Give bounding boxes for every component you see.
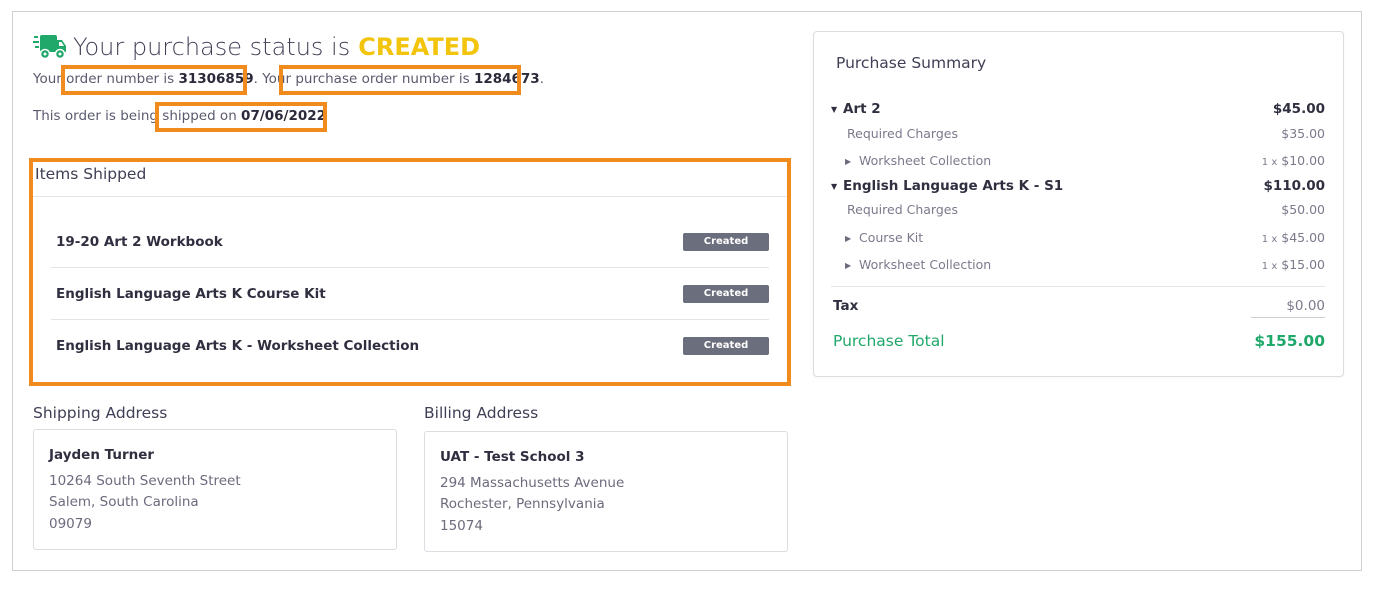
line-qty: 1 x [1261,261,1278,272]
billing-zip: 15074 [440,518,483,534]
group-amount: $45.00 [1272,101,1325,117]
total-row: Purchase Total $155.00 [833,332,1325,350]
shipping-city-state: Salem, South Carolina [49,494,199,510]
purchase-summary-title: Purchase Summary [836,54,987,72]
divider [1251,317,1325,318]
status-badge: Created [683,284,769,303]
billing-city-state: Rochester, Pennsylvania [440,496,605,512]
line-name: Worksheet Collection [859,153,992,168]
required-charges-row: Required Charges $50.00 [831,202,1325,217]
purchase-total-label: Purchase Total [833,332,945,350]
line-name: Course Kit [859,230,924,245]
line-name: Worksheet Collection [859,257,992,272]
items-shipped-title: Items Shipped [35,165,147,183]
shipping-address-title: Shipping Address [33,404,168,422]
shipping-zip: 09079 [49,516,92,532]
status-title: Your purchase status is CREATED [73,33,480,61]
tax-row: Tax $0.00 [833,298,1325,314]
item-row: 19-20 Art 2 Workbook Created [51,216,769,267]
summary-group-art-2[interactable]: ▼ Art 2 $45.00 [831,101,1325,117]
purchase-summary-card: Purchase Summary ▼ Art 2 $45.00 Required … [813,31,1344,377]
caret-right-icon: ▶ [845,234,852,243]
po-number: 1284673 [473,71,540,87]
shipping-name: Jayden Turner [49,447,155,463]
summary-line-item[interactable]: ▶ Worksheet Collection 1 x $10.00 [831,153,1325,168]
line-qty: 1 x [1261,157,1278,168]
required-charges-amount: $50.00 [1281,202,1325,217]
ship-date: 07/06/2022 [241,108,327,124]
line-price: $15.00 [1281,257,1325,272]
shipping-street: 10264 South Seventh Street [49,473,241,489]
billing-address-card: UAT - Test School 3 294 Massachusetts Av… [424,431,788,552]
group-name: English Language Arts K - S1 [843,178,1064,194]
status-badge: Created [683,336,769,355]
caret-down-icon: ▼ [831,104,838,114]
shipping-address-card: Jayden Turner 10264 South Seventh Street… [33,429,397,550]
po-prefix: . Your purchase order number is [253,71,470,87]
billing-name: UAT - Test School 3 [440,449,585,465]
group-name: Art 2 [843,101,881,117]
delivery-truck-icon [33,35,66,60]
order-prefix: Your order number is [33,71,175,87]
ship-date-line: This order is being shipped on 07/06/202… [33,108,326,124]
order-number-line: Your order number is 31306859. Your purc… [33,71,544,87]
items-shipped-section: Items Shipped 19-20 Art 2 Workbook Creat… [29,158,791,386]
line-price: $10.00 [1281,153,1325,168]
item-name: 19-20 Art 2 Workbook [56,233,223,250]
caret-down-icon: ▼ [831,181,838,191]
item-name: English Language Arts K - Worksheet Coll… [56,337,420,354]
item-row: English Language Arts K - Worksheet Coll… [51,319,769,371]
summary-line-item[interactable]: ▶ Course Kit 1 x $45.00 [831,230,1325,245]
summary-line-item[interactable]: ▶ Worksheet Collection 1 x $15.00 [831,257,1325,272]
billing-address-title: Billing Address [424,404,539,422]
caret-right-icon: ▶ [845,157,852,166]
required-charges-row: Required Charges $35.00 [831,126,1325,141]
status-badge: Created [683,232,769,251]
divider [831,286,1325,287]
ship-prefix: This order is being shipped on [33,108,237,124]
caret-right-icon: ▶ [845,261,852,270]
required-charges-label: Required Charges [847,126,958,141]
purchase-total-amount: $155.00 [1254,332,1325,350]
po-suffix: . [539,71,544,87]
required-charges-label: Required Charges [847,202,958,217]
required-charges-amount: $35.00 [1281,126,1325,141]
billing-street: 294 Massachusetts Avenue [440,475,625,491]
line-qty: 1 x [1261,234,1278,245]
order-number: 31306859 [178,71,254,87]
item-name: English Language Arts K Course Kit [56,285,326,302]
tax-label: Tax [833,298,859,314]
status-prefix: Your purchase status is [73,33,351,61]
group-amount: $110.00 [1263,178,1326,194]
status-heading: Your purchase status is CREATED [33,30,480,64]
tax-amount: $0.00 [1286,298,1325,314]
summary-group-ela-k-s1[interactable]: ▼ English Language Arts K - S1 $110.00 [831,178,1325,194]
line-price: $45.00 [1281,230,1325,245]
item-row: English Language Arts K Course Kit Creat… [51,267,769,319]
divider [33,196,787,197]
status-value: CREATED [358,33,481,61]
